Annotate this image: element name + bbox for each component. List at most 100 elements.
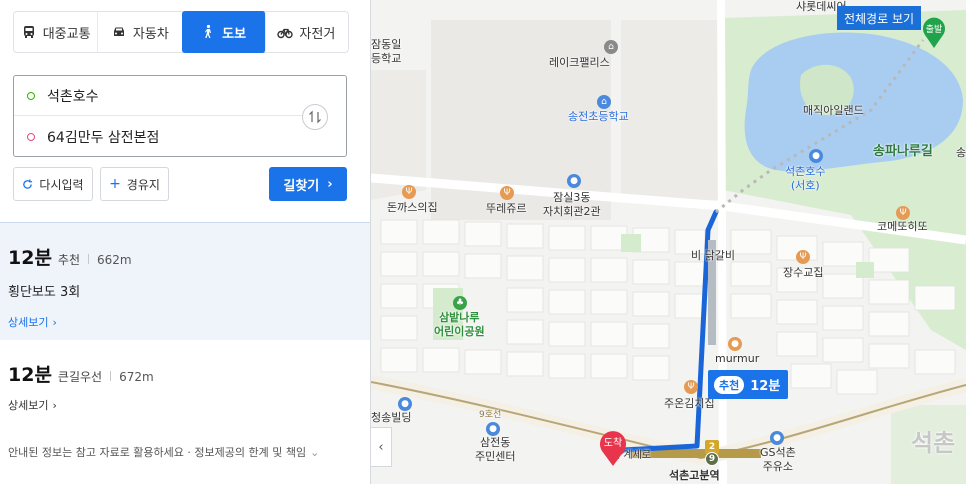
route-distance: 672m bbox=[119, 370, 154, 384]
map-label-magic-island: 매직아일랜드 bbox=[803, 104, 864, 117]
route-input-box: 석촌호수 64김만두 삼전본점 bbox=[13, 75, 347, 157]
disclaimer-text: 안내된 정보는 참고 자료로 활용하세요 · 정보제공의 한계 및 책임 bbox=[8, 446, 307, 459]
divider bbox=[88, 254, 90, 264]
route-result-main-road[interactable]: 12분 큰길우선 672m 상세보기 › bbox=[0, 340, 370, 432]
tab-label: 도보 bbox=[222, 26, 247, 42]
map-label-songjeon-school: 송전초등학교 bbox=[568, 110, 629, 123]
reset-label: 다시입력 bbox=[39, 177, 84, 192]
transport-mode-tabs: 대중교통 자동차 도보 자전거 bbox=[13, 11, 349, 53]
chevron-right-icon: › bbox=[52, 315, 57, 329]
map-label-jamsil3: 잠실3동 자치회관2관 bbox=[543, 191, 601, 218]
map-label-school-topleft: 잠동일 등학교 bbox=[371, 38, 402, 65]
collapse-panel-button[interactable]: ‹ bbox=[371, 427, 392, 467]
route-time-badge[interactable]: 추천 12분 bbox=[708, 370, 788, 399]
map-label-samjeon-center: 삼전동 주민센터 bbox=[475, 436, 516, 463]
map-label-lake-palace: 레이크팰리스 bbox=[549, 56, 610, 69]
subway-line-badge: 9 bbox=[705, 452, 719, 466]
tab-walk[interactable]: 도보 bbox=[181, 11, 266, 53]
start-pin-label: 출발 bbox=[926, 24, 943, 35]
restaurant-icon: Ψ bbox=[896, 206, 910, 220]
apartment-icon: ⌂ bbox=[604, 40, 618, 54]
waypoint-label: 경유지 bbox=[126, 177, 160, 192]
map-label-songpa-edge: 송 bbox=[956, 146, 966, 159]
add-waypoint-button[interactable]: + 경유지 bbox=[100, 167, 169, 201]
map-label-seokchon-big: 석촌 bbox=[911, 429, 956, 457]
route-panel: 대중교통 자동차 도보 자전거 석촌호수 64김만두 삼전본점 다시입력 + 경… bbox=[0, 0, 371, 484]
route-time: 12분 bbox=[8, 364, 52, 386]
full-route-button[interactable]: 전체경로 보기 bbox=[837, 6, 921, 30]
chevron-right-icon: › bbox=[52, 398, 57, 412]
lake-icon: ● bbox=[809, 149, 823, 163]
restaurant-icon: Ψ bbox=[796, 250, 810, 264]
tab-label: 대중교통 bbox=[42, 26, 91, 42]
map-label-seokchon-gobun: 석촌고분역 bbox=[669, 469, 720, 482]
bus-icon bbox=[23, 26, 34, 38]
detail-link[interactable]: 상세보기 › bbox=[8, 314, 57, 330]
swap-arrows-icon bbox=[309, 110, 321, 124]
chevron-right-icon: › bbox=[327, 176, 333, 192]
route-badge-tag: 추천 bbox=[714, 375, 745, 394]
bakery-icon: Ψ bbox=[500, 186, 514, 200]
restaurant-icon: Ψ bbox=[684, 380, 698, 394]
gas-station-icon: ● bbox=[770, 431, 784, 445]
end-location: 64김만두 삼전본점 bbox=[47, 130, 160, 146]
park-icon: ♣ bbox=[453, 296, 467, 310]
end-pin-label: 도착 bbox=[604, 437, 622, 449]
refresh-icon bbox=[23, 178, 33, 189]
tab-car[interactable]: 자동차 bbox=[98, 12, 183, 52]
chevron-down-icon: ⌄ bbox=[310, 445, 320, 459]
car-icon bbox=[113, 27, 124, 36]
reset-button[interactable]: 다시입력 bbox=[13, 167, 93, 201]
route-result-recommended[interactable]: 12분 추천 662m 횡단보도 3회 상세보기 › bbox=[0, 222, 370, 340]
start-pin[interactable]: 출발 bbox=[921, 15, 947, 49]
map-label-sambat-park: 삼밭나루 어린이공원 bbox=[434, 311, 485, 338]
map-label-cheongsong: 청송빌딩 bbox=[371, 411, 412, 424]
route-time: 12분 bbox=[8, 247, 52, 269]
end-pin[interactable]: 도착 bbox=[597, 427, 629, 467]
map-label-songpa-naru: 송파나루길 bbox=[873, 144, 933, 159]
map-label-comeddo: 코메또히또 bbox=[877, 220, 928, 233]
walk-icon bbox=[205, 24, 212, 38]
map-label-ttureju: 뚜레쥬르 bbox=[486, 202, 527, 215]
plus-icon: + bbox=[109, 176, 121, 192]
building-icon: ● bbox=[398, 397, 412, 411]
map-canvas[interactable]: 잠동일 등학교 샤롯데씨어 레이크팰리스 송전초등학교 잠실3동 자치회관2관 돈까… bbox=[371, 0, 966, 484]
route-badge-time: 12분 bbox=[750, 379, 781, 394]
detail-label: 상세보기 bbox=[8, 399, 49, 412]
map-base bbox=[371, 0, 966, 484]
cafe-icon: ● bbox=[728, 337, 742, 351]
map-label-seokchon-lake: 석촌호수 (서호) bbox=[785, 165, 826, 192]
restaurant-icon: Ψ bbox=[402, 185, 416, 199]
route-description: 횡단보도 3회 bbox=[8, 285, 81, 300]
map-label-murmur: murmur bbox=[715, 352, 760, 365]
map-label-juon: 주온김치집 bbox=[664, 397, 715, 410]
map-label-dakgalbi: 비 닭갈비 bbox=[691, 249, 735, 262]
disclaimer[interactable]: 안내된 정보는 참고 자료로 활용하세요 · 정보제공의 한계 및 책임 ⌄ bbox=[8, 444, 319, 460]
chevron-left-icon: ‹ bbox=[378, 439, 384, 455]
map-label-gs-station: GS석촌 주유소 bbox=[760, 446, 796, 473]
route-distance: 662m bbox=[97, 253, 132, 267]
start-field[interactable]: 석촌호수 bbox=[14, 76, 304, 116]
start-location: 석촌호수 bbox=[47, 88, 99, 105]
detail-label: 상세보기 bbox=[8, 316, 49, 329]
search-route-button[interactable]: 길찾기 › bbox=[269, 167, 347, 201]
route-tag: 큰길우선 bbox=[57, 370, 103, 384]
map-label-donkatsu: 돈까스의집 bbox=[387, 201, 438, 214]
start-dot-icon bbox=[27, 91, 35, 100]
route-results: 12분 추천 662m 횡단보도 3회 상세보기 › 12분 큰길우선 672m… bbox=[0, 222, 370, 432]
tab-bicycle[interactable]: 자전거 bbox=[265, 12, 348, 52]
detail-link[interactable]: 상세보기 › bbox=[8, 397, 57, 413]
route-tag: 추천 bbox=[57, 253, 81, 267]
divider bbox=[110, 371, 112, 381]
tab-label: 자동차 bbox=[132, 26, 169, 42]
school-icon: ⌂ bbox=[597, 95, 611, 109]
end-field[interactable]: 64김만두 삼전본점 bbox=[14, 117, 304, 157]
end-dot-icon bbox=[27, 133, 35, 141]
swap-button[interactable] bbox=[302, 104, 328, 130]
bicycle-icon bbox=[277, 28, 294, 39]
office-icon: ● bbox=[486, 422, 500, 436]
office-icon: ● bbox=[567, 174, 581, 188]
tab-label: 자전거 bbox=[299, 26, 336, 42]
map-label-line9: 9호선 bbox=[479, 410, 502, 420]
tab-public-transit[interactable]: 대중교통 bbox=[14, 12, 99, 52]
